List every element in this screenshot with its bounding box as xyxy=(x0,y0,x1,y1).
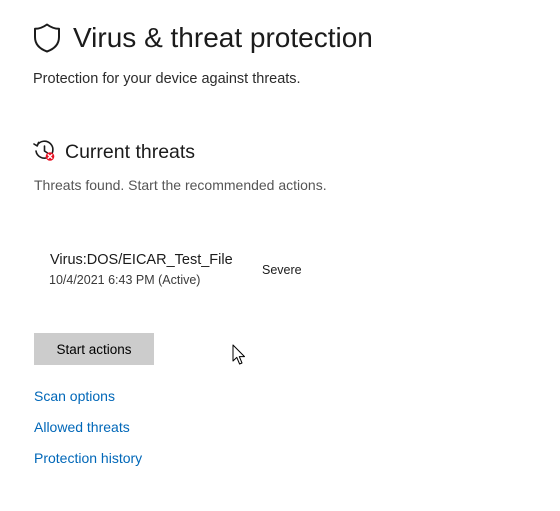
threat-history-icon xyxy=(33,140,55,161)
current-threats-title: Current threats xyxy=(65,141,196,163)
allowed-threats-link[interactable]: Allowed threats xyxy=(34,418,130,436)
page-title: Virus & threat protection xyxy=(73,22,373,53)
page-subtitle: Protection for your device against threa… xyxy=(33,71,301,87)
shield-icon xyxy=(34,23,60,53)
protection-history-link[interactable]: Protection history xyxy=(34,449,142,467)
start-actions-button[interactable]: Start actions xyxy=(34,333,154,365)
threat-details: 10/4/2021 6:43 PM (Active) xyxy=(49,273,201,287)
mouse-cursor-icon xyxy=(232,344,245,365)
threat-severity: Severe xyxy=(262,263,302,277)
scan-options-link[interactable]: Scan options xyxy=(34,387,115,405)
threat-name[interactable]: Virus:DOS/EICAR_Test_File xyxy=(50,251,233,269)
current-threats-description: Threats found. Start the recommended act… xyxy=(34,177,327,193)
